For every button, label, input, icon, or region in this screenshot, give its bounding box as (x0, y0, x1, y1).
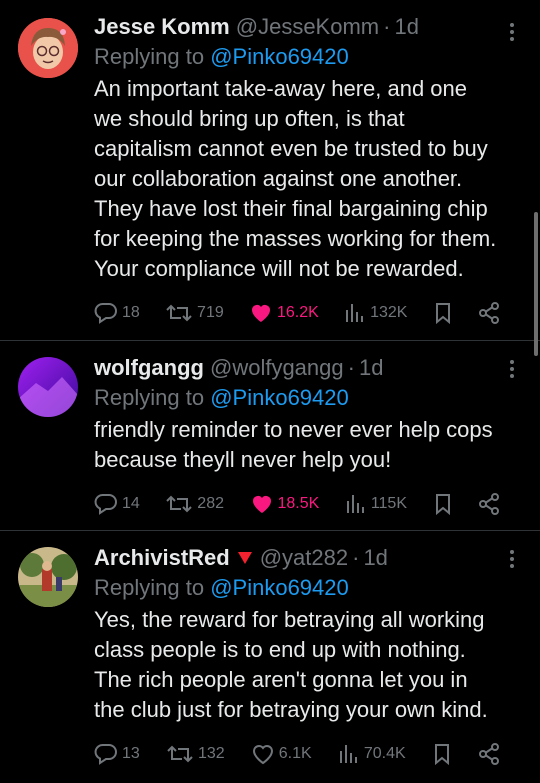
retweet-button[interactable]: 719 (165, 302, 224, 324)
view-count: 132K (370, 304, 408, 321)
bookmark-icon (434, 744, 449, 765)
reply-count: 14 (122, 495, 140, 512)
reply-count: 13 (122, 745, 140, 762)
retweet-icon (166, 495, 193, 513)
retweet-icon (167, 745, 193, 763)
tweet-header: Jesse Komm @JesseKomm · 1d (94, 12, 500, 42)
avatar[interactable] (18, 357, 78, 417)
timestamp[interactable]: 1d (363, 543, 387, 573)
heart-filled-icon (252, 305, 270, 322)
timestamp[interactable]: 1d (394, 12, 418, 42)
more-options-icon[interactable] (502, 359, 522, 379)
view-count: 70.4K (363, 745, 406, 762)
retweet-count: 282 (197, 495, 224, 512)
action-bar: 14 282 18.5K 115K (94, 475, 500, 533)
share-button[interactable] (478, 493, 500, 515)
heart-outline-icon (252, 745, 273, 765)
retweet-icon (166, 304, 192, 322)
views-button[interactable]: 132K (344, 302, 407, 324)
tweet-text: friendly reminder to never ever help cop… (94, 417, 493, 472)
like-count: 18.5K (277, 495, 320, 512)
retweet-count: 719 (197, 304, 224, 321)
tweet[interactable]: Jesse Komm @JesseKomm · 1d Replying to @… (0, 0, 540, 340)
scrollbar[interactable] (534, 212, 538, 356)
timestamp[interactable]: 1d (359, 353, 383, 383)
analytics-icon (346, 304, 364, 322)
bookmark-button[interactable] (433, 493, 453, 515)
tweet[interactable]: wolfgangg @wolfygangg · 1d Replying to @… (0, 340, 540, 530)
heart-filled-icon (252, 496, 271, 513)
display-name[interactable]: wolfgangg (94, 353, 204, 383)
reply-button[interactable]: 18 (94, 302, 140, 324)
display-name[interactable]: ArchivistRed (94, 543, 230, 573)
replying-prefix: Replying to (94, 575, 205, 600)
bookmark-button[interactable] (433, 302, 453, 324)
separator-dot: · (383, 14, 391, 39)
retweet-button[interactable]: 132 (166, 743, 225, 765)
share-icon (478, 302, 499, 324)
like-count: 16.2K (277, 304, 319, 321)
tweet-text: Yes, the reward for betraying all workin… (94, 607, 488, 722)
reply-icon (94, 494, 117, 515)
mention-link[interactable]: @Pinko69420 (210, 575, 349, 600)
bookmark-icon (435, 303, 450, 324)
display-name[interactable]: Jesse Komm (94, 12, 230, 42)
tweet-text: An important take-away here, and one we … (94, 76, 497, 281)
view-count: 115K (370, 495, 407, 512)
mention-link[interactable]: @Pinko69420 (210, 385, 349, 410)
like-count: 6.1K (278, 745, 312, 762)
replying-prefix: Replying to (94, 44, 205, 69)
separator-dot: · (352, 545, 360, 570)
separator-dot: · (347, 355, 355, 380)
bookmark-icon (435, 494, 450, 515)
user-handle[interactable]: @JesseKomm (236, 12, 379, 42)
retweet-count: 132 (197, 745, 225, 762)
replying-to: Replying to @Pinko69420 (94, 573, 500, 603)
reply-button[interactable]: 14 (94, 493, 140, 515)
red-triangle-icon (237, 552, 252, 564)
replying-to: Replying to @Pinko69420 (94, 42, 500, 72)
reply-button[interactable]: 13 (94, 743, 140, 765)
share-button[interactable] (478, 743, 500, 765)
reply-icon (94, 744, 117, 765)
share-button[interactable] (478, 302, 500, 324)
like-button[interactable]: 16.2K (249, 302, 319, 324)
like-button[interactable]: 6.1K (251, 743, 312, 765)
reply-count: 18 (122, 304, 140, 321)
like-button[interactable]: 18.5K (250, 493, 320, 515)
action-bar: 13 132 6.1K 70.4K (94, 725, 500, 783)
share-icon (479, 493, 499, 515)
analytics-icon (346, 495, 364, 513)
analytics-icon (339, 745, 357, 763)
views-button[interactable]: 70.4K (338, 743, 406, 765)
avatar[interactable] (18, 18, 78, 78)
mention-link[interactable]: @Pinko69420 (210, 44, 349, 69)
action-bar: 18 719 16.2K 132K (94, 284, 500, 342)
avatar[interactable] (18, 547, 78, 607)
user-handle[interactable]: @wolfygangg (210, 353, 344, 383)
more-options-icon[interactable] (502, 22, 522, 42)
tweet-header: wolfgangg @wolfygangg · 1d (94, 353, 500, 383)
retweet-button[interactable]: 282 (165, 493, 224, 515)
share-icon (478, 743, 499, 765)
bookmark-button[interactable] (432, 743, 452, 765)
views-button[interactable]: 115K (345, 493, 407, 515)
tweet-content: Jesse Komm @JesseKomm · 1d Replying to @… (94, 12, 500, 342)
tweet-content: ArchivistRed @yat282 · 1d Replying to @P… (94, 543, 500, 783)
replying-to: Replying to @Pinko69420 (94, 383, 500, 413)
reply-icon (94, 303, 117, 324)
tweet-header: ArchivistRed @yat282 · 1d (94, 543, 500, 573)
more-options-icon[interactable] (502, 549, 522, 569)
tweet-content: wolfgangg @wolfygangg · 1d Replying to @… (94, 353, 500, 533)
replying-prefix: Replying to (94, 385, 205, 410)
user-handle[interactable]: @yat282 (260, 543, 348, 573)
tweet[interactable]: ArchivistRed @yat282 · 1d Replying to @P… (0, 530, 540, 776)
